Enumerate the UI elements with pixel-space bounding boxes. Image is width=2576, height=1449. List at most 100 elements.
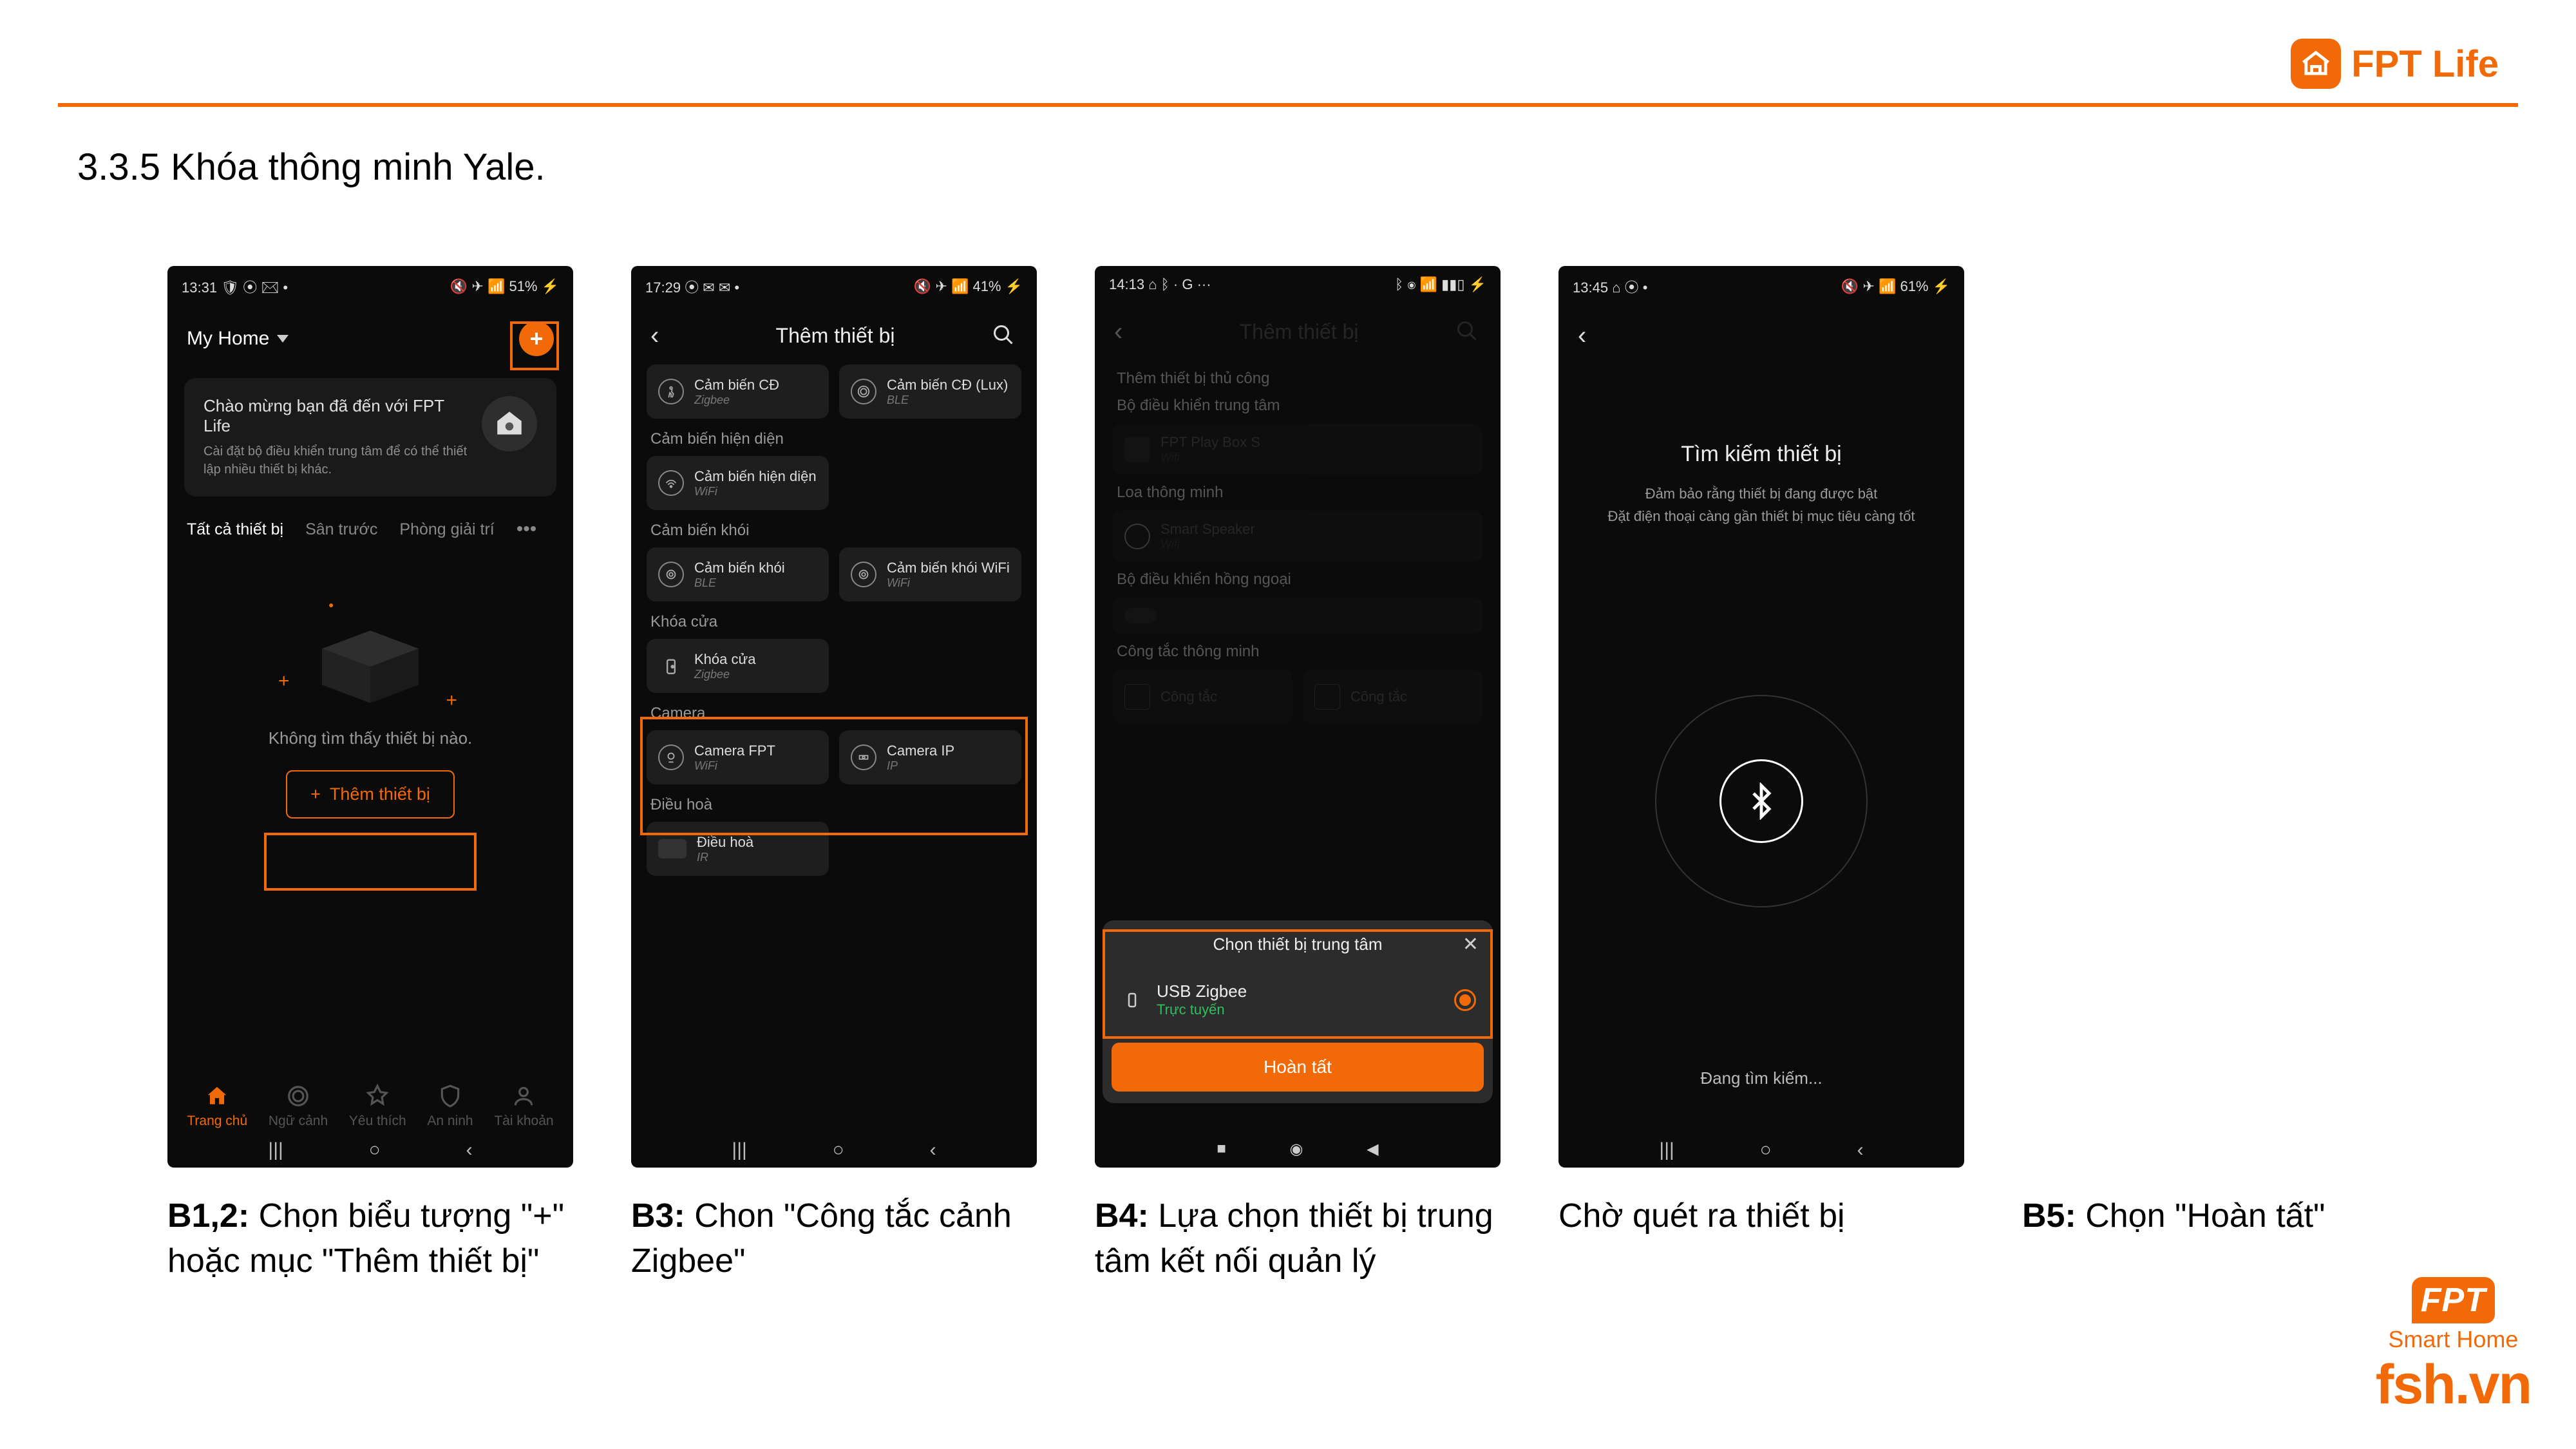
smoke-icon [851, 562, 876, 587]
document-page: FPT Life 3.3.5 Khóa thông minh Yale. 13:… [0, 0, 2576, 1449]
tab-media-room[interactable]: Phòng giải trí [399, 520, 494, 539]
column-5: B5: Chọn "Hoàn tất" [2022, 266, 2325, 1283]
hub-selection-sheet: Chọn thiết bị trung tâm ✕ USB Zigbee Trự… [1103, 920, 1493, 1103]
back-icon[interactable]: ‹ [466, 1139, 473, 1161]
user-icon [511, 1084, 536, 1108]
caption-2: B3: Chon "Công tắc cảnh Zigbee" [631, 1193, 1037, 1283]
hub-icon [482, 396, 537, 451]
home-button-icon[interactable]: ○ [1760, 1139, 1772, 1161]
searching-body: Tìm kiếm thiết bị Đảm bảo rằng thiết bị … [1558, 365, 1964, 1088]
switch-icon [1124, 684, 1150, 710]
device-switch-2: Công tắc [1303, 670, 1482, 724]
status-left-icons: ⌂ ᛒ · G ··· [1148, 276, 1211, 292]
nav-security[interactable]: An ninh [427, 1084, 473, 1129]
back-row: ‹ [1558, 307, 1964, 365]
back-arrow-icon[interactable]: ‹ [1578, 321, 1606, 350]
column-2: 17:29 ⦿ ✉ ✉ • 🔇 ✈ 📶 41% ⚡ ‹ Thêm thiết b… [631, 266, 1037, 1283]
device-motion-lux[interactable]: Cảm biến CĐ (Lux)BLE [839, 365, 1021, 419]
footer-brand: FPT Smart Home fsh.vn [2376, 1277, 2531, 1417]
welcome-subtitle: Cài đặt bộ điều khiển trung tâm để có th… [204, 442, 469, 478]
column-1: 13:31 🛡 ⦿ ✉ • 🔇 ✈ 📶 51% ⚡ My Home + Chào… [167, 266, 573, 1283]
star-icon [365, 1084, 390, 1108]
device-type-list[interactable]: Cảm biến CĐZigbee Cảm biến CĐ (Lux)BLE C… [631, 365, 1037, 876]
device-ac-ir[interactable]: Điều hoàIR [647, 822, 829, 876]
more-tabs-icon[interactable]: ••• [516, 518, 537, 540]
nav-fav[interactable]: Yêu thích [349, 1084, 406, 1129]
searching-title: Tìm kiếm thiết bị [1681, 442, 1841, 467]
status-left-icons: ⦿ ✉ ✉ • [685, 279, 739, 296]
add-device-plus-button[interactable]: + [519, 321, 554, 356]
device-smoke-ble[interactable]: Cảm biến khóiBLE [647, 547, 829, 601]
device-camera-ip[interactable]: Camera IPIP [839, 730, 1021, 784]
home-button-icon[interactable]: ○ [833, 1139, 844, 1161]
searching-subtitle: Đảm bảo rằng thiết bị đang được bật Đặt … [1608, 482, 1915, 527]
hub-name: USB Zigbee [1157, 981, 1247, 1001]
category-camera: Camera [650, 705, 1018, 723]
scene-icon [286, 1084, 310, 1108]
status-bar: 13:45 ⌂ ⦿ • 🔇 ✈ 📶 61% ⚡ [1558, 266, 1964, 307]
back-arrow-icon[interactable]: ‹ [650, 321, 679, 350]
ir-icon [1124, 608, 1157, 623]
recents-icon[interactable]: ||| [268, 1139, 283, 1161]
search-icon[interactable] [992, 323, 1018, 349]
page-title: Thêm thiết bị [1240, 320, 1359, 344]
home-button-icon[interactable]: ○ [369, 1139, 381, 1161]
column-3: 14:13 ⌂ ᛒ · G ··· ᛒ ⦿ 📶 ▮▮▯ ⚡ ‹ Thêm thi… [1095, 266, 1501, 1283]
screen-header-dimmed: ‹ Thêm thiết bị [1095, 303, 1501, 361]
tab-all-devices[interactable]: Tất cả thiết bị [187, 520, 283, 539]
shield-icon [438, 1084, 462, 1108]
hub-option-usb-zigbee[interactable]: USB Zigbee Trực tuyến [1103, 969, 1493, 1031]
page-title: Thêm thiết bị [776, 324, 895, 348]
caption-5: B5: Chọn "Hoàn tất" [2022, 1193, 2325, 1238]
home-dropdown[interactable]: My Home [187, 328, 289, 350]
close-icon[interactable]: ✕ [1463, 933, 1479, 956]
back-icon[interactable]: ‹ [930, 1139, 936, 1161]
android-nav: ■ ◉ ◀ [1095, 1140, 1501, 1159]
tab-front-yard[interactable]: Sân trước [305, 520, 377, 539]
device-camera-fpt[interactable]: Camera FPTWiFi [647, 730, 829, 784]
recents-icon[interactable]: ||| [1659, 1139, 1674, 1161]
clock-text: 13:45 [1573, 279, 1608, 296]
empty-box-icon: + + ● [309, 612, 431, 709]
fsh-url-text: fsh.vn [2376, 1353, 2531, 1417]
status-right-icons: 🔇 ✈ 📶 61% ⚡ [1841, 278, 1950, 295]
back-icon[interactable]: ◀ [1367, 1140, 1378, 1159]
home-button-icon[interactable]: ◉ [1290, 1140, 1303, 1159]
section-title: 3.3.5 Khóa thông minh Yale. [77, 146, 2524, 189]
nav-scene[interactable]: Ngữ cảnh [269, 1084, 328, 1129]
device-smoke-wifi[interactable]: Cảm biến khói WiFiWiFi [839, 547, 1021, 601]
add-device-button[interactable]: + Thêm thiết bị [286, 770, 455, 819]
smoke-icon [658, 562, 684, 587]
category-hub: Bộ điều khiển trung tâm [1117, 397, 1479, 415]
home-icon [205, 1084, 229, 1108]
sheet-title: Chọn thiết bị trung tâm [1213, 934, 1382, 954]
empty-message: Không tìm thấy thiết bị nào. [269, 728, 473, 748]
status-bar: 14:13 ⌂ ᛒ · G ··· ᛒ ⦿ 📶 ▮▮▯ ⚡ [1095, 266, 1501, 303]
android-nav: ||| ○ ‹ [631, 1139, 1037, 1161]
device-lock-zigbee[interactable]: Khóa cửaZigbee [647, 639, 829, 693]
camera-icon [851, 744, 876, 770]
hub-status: Trực tuyến [1157, 1001, 1247, 1018]
done-button[interactable]: Hoàn tất [1112, 1043, 1484, 1092]
presence-icon [658, 470, 684, 496]
recents-icon[interactable]: ||| [732, 1139, 746, 1161]
fpt-chip-logo: FPT [2412, 1277, 2495, 1323]
device-presence-wifi[interactable]: Cảm biến hiện diệnWiFi [647, 456, 829, 510]
usb-icon [1119, 987, 1145, 1013]
category-ac: Điều hoà [650, 796, 1018, 814]
recents-icon[interactable]: ■ [1217, 1140, 1226, 1159]
device-motion-zigbee[interactable]: Cảm biến CĐZigbee [647, 365, 829, 419]
column-4: 13:45 ⌂ ⦿ • 🔇 ✈ 📶 61% ⚡ ‹ Tìm kiếm thiết… [1558, 266, 1964, 1283]
back-icon[interactable]: ‹ [1857, 1139, 1864, 1161]
nav-account[interactable]: Tài khoản [494, 1084, 553, 1129]
category-speaker: Loa thông minh [1117, 484, 1479, 502]
welcome-title: Chào mừng bạn đã đến với FPT Life [204, 396, 469, 436]
nav-home[interactable]: Trang chủ [187, 1084, 247, 1129]
searching-status: Đang tìm kiếm... [1700, 1068, 1822, 1088]
device-ir [1113, 598, 1482, 634]
motion-icon [658, 379, 684, 404]
chevron-down-icon [277, 335, 289, 343]
caption-3: B4: Lựa chọn thiết bị trung tâm kết nối … [1095, 1193, 1501, 1283]
phone-4: 13:45 ⌂ ⦿ • 🔇 ✈ 📶 61% ⚡ ‹ Tìm kiếm thiết… [1558, 266, 1964, 1168]
status-right-icons: 🔇 ✈ 📶 41% ⚡ [914, 278, 1023, 295]
